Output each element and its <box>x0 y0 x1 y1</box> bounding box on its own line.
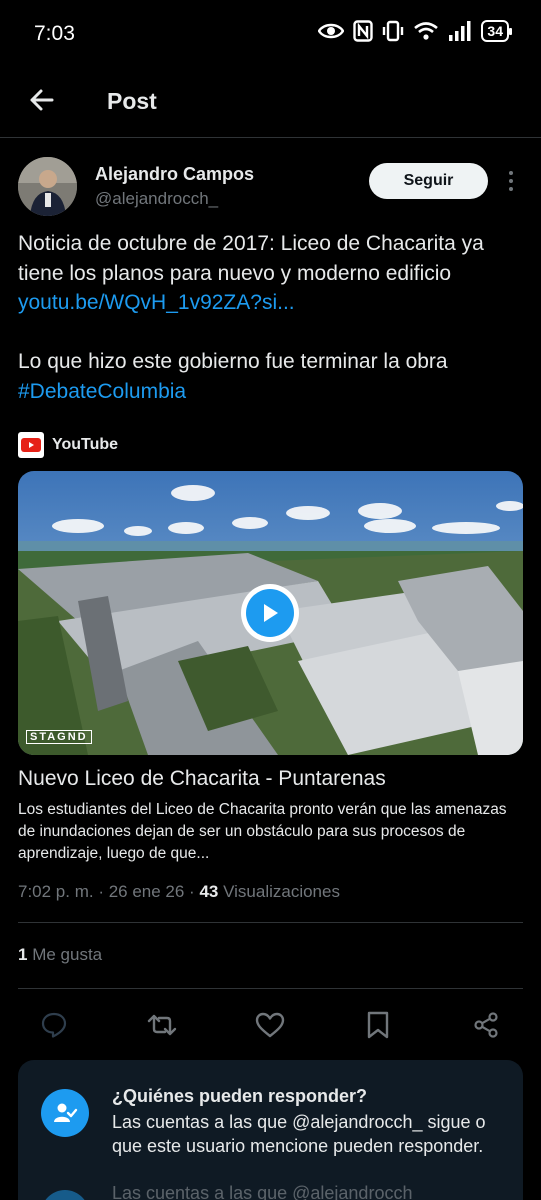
more-options-button[interactable] <box>500 168 522 194</box>
eye-icon <box>318 23 345 39</box>
repost-icon <box>147 1014 177 1036</box>
like-icon <box>255 1012 285 1038</box>
like-button[interactable] <box>250 1005 290 1045</box>
avatar[interactable] <box>18 157 77 216</box>
reply-icon <box>41 1012 67 1038</box>
divider <box>18 988 523 989</box>
signal-icon <box>449 21 471 41</box>
status-icons: 34 <box>318 20 512 42</box>
vibrate-icon <box>383 20 404 42</box>
battery-indicator: 34 <box>481 20 512 42</box>
more-dot-icon <box>509 187 513 191</box>
reply-restriction-card: ¿Quiénes pueden responder? Las cuentas a… <box>18 1060 523 1200</box>
person-check-icon <box>41 1089 89 1137</box>
link-card-source[interactable]: YouTube <box>18 432 118 458</box>
status-time: 7:03 <box>34 22 75 45</box>
views-label: Visualizaciones <box>218 882 340 901</box>
post-timestamp: 7:02 p. m. · 26 ene 26 · <box>18 882 200 901</box>
link-card-description: Los estudiantes del Liceo de Chacarita p… <box>18 801 507 862</box>
follow-button[interactable]: Seguir <box>369 163 488 199</box>
author-handle[interactable]: @alejandrocch_ <box>95 189 218 209</box>
video-thumbnail[interactable]: STAGND <box>18 471 523 755</box>
bookmark-icon <box>367 1011 389 1039</box>
play-icon <box>246 589 294 637</box>
status-bar: 7:03 34 <box>0 0 541 66</box>
post-text-line2: Lo que hizo este gobierno fue terminar l… <box>18 350 448 373</box>
hashtag-link[interactable]: #DebateColumbia <box>18 380 186 403</box>
post-text: Noticia de octubre de 2017: Liceo de Cha… <box>18 229 523 406</box>
link-card-source-label: YouTube <box>52 436 119 453</box>
more-dot-icon <box>509 179 513 183</box>
bookmark-button[interactable] <box>358 1005 398 1045</box>
action-bar <box>0 1005 541 1045</box>
arrow-left-icon <box>30 89 54 111</box>
wifi-icon <box>414 22 439 40</box>
video-watermark: STAGND <box>26 730 92 744</box>
share-button[interactable] <box>466 1005 506 1045</box>
post-link[interactable]: youtu.be/WQvH_1v92ZA?si... <box>18 291 295 314</box>
youtube-icon <box>18 432 44 458</box>
likes-label: Me gusta <box>27 945 103 964</box>
reply-restriction-description: Las cuentas a las que @alejandrocch_ sig… <box>112 1112 486 1156</box>
author-name[interactable]: Alejandro Campos <box>95 164 254 185</box>
back-button[interactable] <box>26 84 58 116</box>
person-check-icon <box>41 1190 89 1200</box>
share-icon <box>474 1012 498 1038</box>
play-button[interactable] <box>241 584 299 642</box>
divider <box>18 922 523 923</box>
likes-row[interactable]: 1 Me gusta <box>18 945 102 965</box>
nfc-icon <box>353 20 374 42</box>
reply-restriction-title: ¿Quiénes pueden responder? <box>112 1086 368 1106</box>
post-text-line1: Noticia de octubre de 2017: Liceo de Cha… <box>18 232 484 285</box>
link-card-title[interactable]: Nuevo Liceo de Chacarita - Puntarenas <box>18 767 386 791</box>
post-meta: 7:02 p. m. · 26 ene 26 · 43 Visualizacio… <box>18 882 340 902</box>
views-count: 43 <box>199 882 219 901</box>
repost-button[interactable] <box>142 1005 182 1045</box>
page-title: Post <box>107 88 157 114</box>
more-dot-icon <box>509 171 513 175</box>
reply-restriction-overflow-text: Las cuentas a las que @alejandrocch_ <box>112 1183 423 1200</box>
reply-button[interactable] <box>34 1005 74 1045</box>
top-bar: Post <box>0 66 541 138</box>
